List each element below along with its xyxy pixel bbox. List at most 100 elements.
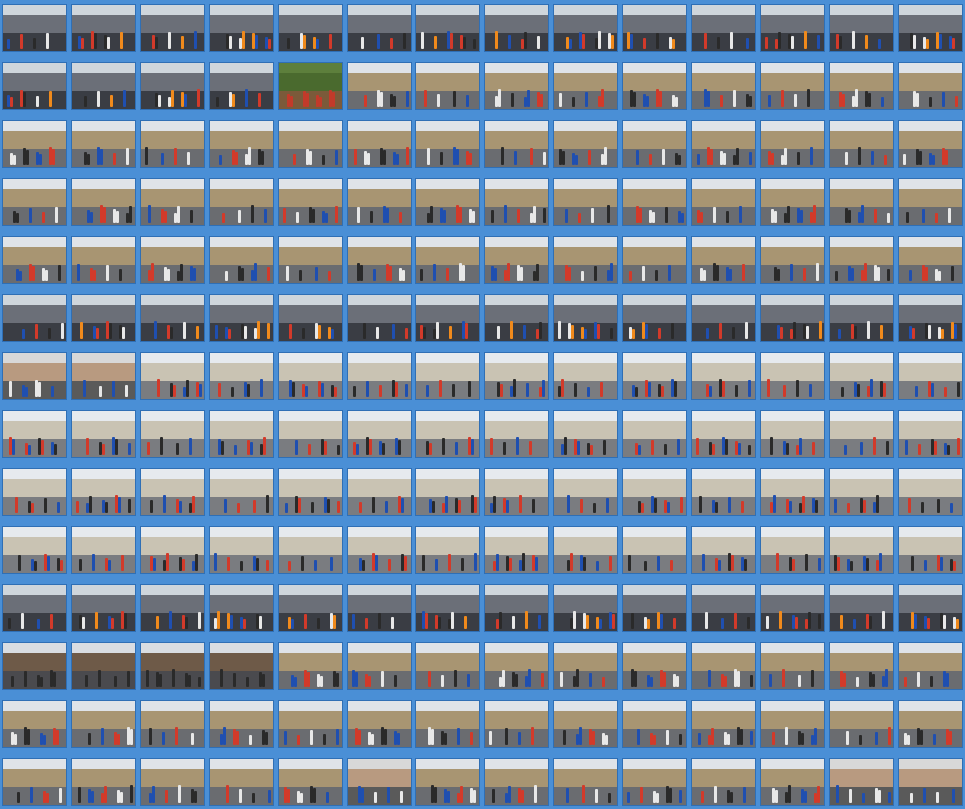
photo-thumbnail[interactable] bbox=[208, 758, 274, 806]
photo-thumbnail[interactable] bbox=[553, 758, 619, 806]
photo-thumbnail[interactable] bbox=[208, 4, 274, 52]
photo-thumbnail[interactable] bbox=[484, 62, 550, 110]
photo-thumbnail[interactable] bbox=[691, 526, 756, 574]
photo-thumbnail[interactable] bbox=[897, 236, 963, 284]
photo-thumbnail[interactable] bbox=[70, 584, 136, 632]
photo-thumbnail[interactable] bbox=[553, 700, 619, 748]
photo-thumbnail[interactable] bbox=[691, 294, 756, 342]
photo-thumbnail[interactable] bbox=[208, 120, 274, 168]
photo-thumbnail[interactable] bbox=[415, 4, 481, 52]
photo-thumbnail[interactable] bbox=[553, 584, 619, 632]
photo-thumbnail[interactable] bbox=[277, 178, 343, 226]
photo-thumbnail[interactable] bbox=[484, 352, 550, 400]
photo-thumbnail[interactable] bbox=[346, 352, 412, 400]
photo-thumbnail[interactable] bbox=[691, 700, 756, 748]
photo-thumbnail[interactable] bbox=[897, 526, 963, 574]
photo-thumbnail[interactable] bbox=[691, 352, 756, 400]
photo-thumbnail[interactable] bbox=[277, 236, 343, 284]
photo-thumbnail[interactable] bbox=[346, 410, 412, 458]
photo-thumbnail[interactable] bbox=[208, 352, 274, 400]
photo-thumbnail[interactable] bbox=[139, 410, 205, 458]
photo-thumbnail[interactable] bbox=[897, 700, 963, 748]
photo-thumbnail[interactable] bbox=[622, 700, 688, 748]
photo-thumbnail[interactable] bbox=[70, 468, 136, 516]
photo-thumbnail[interactable] bbox=[346, 700, 412, 748]
photo-thumbnail[interactable] bbox=[2, 178, 67, 226]
photo-thumbnail[interactable] bbox=[277, 120, 343, 168]
photo-thumbnail[interactable] bbox=[759, 526, 825, 574]
photo-thumbnail[interactable] bbox=[346, 62, 412, 110]
photo-thumbnail[interactable] bbox=[70, 352, 136, 400]
photo-thumbnail[interactable] bbox=[139, 642, 205, 690]
photo-thumbnail[interactable] bbox=[70, 642, 136, 690]
photo-thumbnail[interactable] bbox=[828, 758, 894, 806]
photo-thumbnail[interactable] bbox=[2, 294, 67, 342]
photo-thumbnail[interactable] bbox=[691, 468, 756, 516]
photo-thumbnail[interactable] bbox=[208, 700, 274, 748]
photo-thumbnail[interactable] bbox=[828, 294, 894, 342]
photo-thumbnail[interactable] bbox=[622, 294, 688, 342]
photo-thumbnail[interactable] bbox=[622, 4, 688, 52]
photo-thumbnail[interactable] bbox=[70, 178, 136, 226]
photo-thumbnail[interactable] bbox=[691, 4, 756, 52]
photo-thumbnail[interactable] bbox=[139, 178, 205, 226]
photo-thumbnail[interactable] bbox=[139, 526, 205, 574]
photo-thumbnail[interactable] bbox=[553, 120, 619, 168]
photo-thumbnail[interactable] bbox=[415, 758, 481, 806]
photo-thumbnail[interactable] bbox=[622, 526, 688, 574]
photo-thumbnail[interactable] bbox=[759, 758, 825, 806]
photo-thumbnail[interactable] bbox=[828, 4, 894, 52]
photo-thumbnail[interactable] bbox=[759, 62, 825, 110]
photo-thumbnail[interactable] bbox=[759, 294, 825, 342]
photo-thumbnail[interactable] bbox=[2, 410, 67, 458]
photo-thumbnail[interactable] bbox=[759, 642, 825, 690]
photo-thumbnail[interactable] bbox=[897, 468, 963, 516]
photo-thumbnail[interactable] bbox=[553, 526, 619, 574]
photo-thumbnail[interactable] bbox=[897, 352, 963, 400]
photo-thumbnail[interactable] bbox=[70, 700, 136, 748]
photo-thumbnail[interactable] bbox=[759, 236, 825, 284]
photo-thumbnail[interactable] bbox=[2, 468, 67, 516]
photo-thumbnail[interactable] bbox=[208, 410, 274, 458]
photo-thumbnail[interactable] bbox=[897, 584, 963, 632]
photo-thumbnail[interactable] bbox=[897, 178, 963, 226]
photo-thumbnail[interactable] bbox=[208, 526, 274, 574]
photo-thumbnail[interactable] bbox=[622, 468, 688, 516]
photo-thumbnail[interactable] bbox=[2, 700, 67, 748]
photo-thumbnail[interactable] bbox=[828, 700, 894, 748]
photo-thumbnail[interactable] bbox=[2, 526, 67, 574]
photo-thumbnail[interactable] bbox=[139, 352, 205, 400]
photo-thumbnail[interactable] bbox=[691, 410, 756, 458]
photo-thumbnail[interactable] bbox=[415, 62, 481, 110]
photo-thumbnail[interactable] bbox=[897, 410, 963, 458]
photo-thumbnail[interactable] bbox=[828, 236, 894, 284]
photo-thumbnail[interactable] bbox=[139, 294, 205, 342]
photo-thumbnail[interactable] bbox=[139, 4, 205, 52]
photo-thumbnail[interactable] bbox=[208, 62, 274, 110]
photo-thumbnail[interactable] bbox=[346, 642, 412, 690]
photo-thumbnail[interactable] bbox=[415, 352, 481, 400]
photo-thumbnail[interactable] bbox=[828, 178, 894, 226]
photo-thumbnail[interactable] bbox=[828, 352, 894, 400]
photo-thumbnail[interactable] bbox=[139, 758, 205, 806]
photo-thumbnail[interactable] bbox=[897, 120, 963, 168]
photo-thumbnail[interactable] bbox=[415, 236, 481, 284]
photo-thumbnail[interactable] bbox=[553, 178, 619, 226]
photo-thumbnail[interactable] bbox=[70, 526, 136, 574]
photo-thumbnail[interactable] bbox=[691, 236, 756, 284]
photo-thumbnail[interactable] bbox=[277, 526, 343, 574]
photo-thumbnail[interactable] bbox=[2, 642, 67, 690]
photo-thumbnail[interactable] bbox=[553, 352, 619, 400]
photo-thumbnail[interactable] bbox=[622, 758, 688, 806]
photo-thumbnail[interactable] bbox=[759, 352, 825, 400]
photo-thumbnail[interactable] bbox=[2, 120, 67, 168]
photo-thumbnail[interactable] bbox=[277, 758, 343, 806]
photo-thumbnail[interactable] bbox=[415, 294, 481, 342]
photo-thumbnail[interactable] bbox=[2, 584, 67, 632]
photo-thumbnail[interactable] bbox=[415, 410, 481, 458]
photo-thumbnail[interactable] bbox=[139, 584, 205, 632]
photo-thumbnail[interactable] bbox=[622, 584, 688, 632]
photo-thumbnail[interactable] bbox=[2, 758, 67, 806]
photo-thumbnail[interactable] bbox=[346, 758, 412, 806]
photo-thumbnail[interactable] bbox=[484, 526, 550, 574]
